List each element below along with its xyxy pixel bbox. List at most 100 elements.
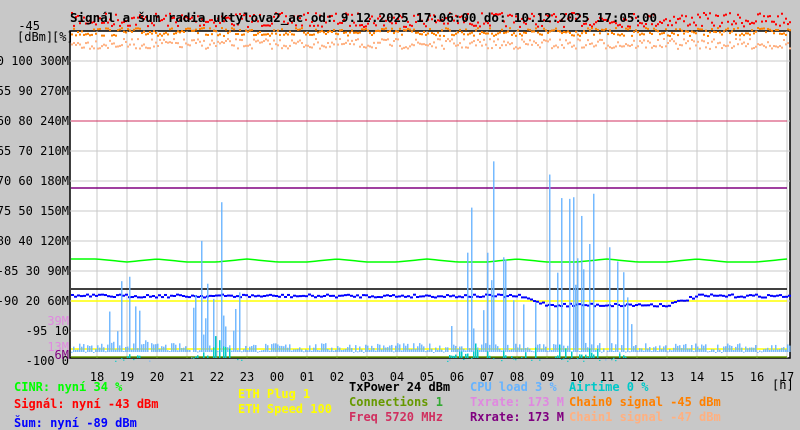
cpu-mark bbox=[739, 343, 741, 352]
chain1-mark bbox=[703, 40, 705, 43]
cpu-mark bbox=[669, 349, 671, 352]
cpu-mark bbox=[87, 345, 89, 352]
airtime-mark bbox=[115, 360, 117, 362]
cpu-mark bbox=[673, 347, 675, 352]
noise-mark bbox=[359, 296, 362, 299]
cpu-mark bbox=[711, 349, 713, 352]
chain1-mark bbox=[75, 43, 77, 46]
noise-mark bbox=[746, 294, 749, 297]
noise-mark bbox=[776, 294, 779, 297]
chain1-mark bbox=[443, 47, 445, 50]
chain0-mark bbox=[347, 34, 349, 37]
noise-mark bbox=[161, 296, 164, 299]
noise-mark bbox=[452, 294, 455, 297]
noise-mark bbox=[428, 294, 431, 297]
noise-mark bbox=[374, 296, 377, 299]
airtime-mark bbox=[229, 348, 231, 358]
chain1-mark bbox=[651, 46, 653, 49]
cpu-mark bbox=[721, 351, 723, 353]
chain1-mark bbox=[207, 46, 209, 49]
cpu-mark bbox=[769, 349, 771, 352]
signal-mark bbox=[715, 14, 717, 17]
noise-mark bbox=[347, 293, 350, 296]
airtime-mark bbox=[571, 351, 573, 358]
cpu-mark bbox=[679, 345, 681, 352]
noise-mark bbox=[749, 294, 752, 297]
chain1-mark bbox=[289, 44, 291, 47]
cpu-mark bbox=[591, 344, 593, 352]
noise-mark bbox=[149, 295, 152, 298]
noise-mark bbox=[653, 305, 656, 308]
cpu-mark bbox=[747, 348, 749, 352]
cpu-mark bbox=[431, 348, 433, 352]
chain1-mark bbox=[241, 39, 243, 42]
signal-mark bbox=[309, 24, 311, 27]
chain1-mark bbox=[505, 44, 507, 47]
chain0-mark bbox=[571, 34, 573, 37]
y-tick-label: -75 50 150M bbox=[0, 204, 69, 218]
cpu-mark bbox=[85, 351, 87, 353]
chain1-mark bbox=[147, 47, 149, 50]
chain0-mark bbox=[273, 29, 275, 32]
noise-mark bbox=[650, 303, 653, 306]
chain0-mark bbox=[147, 32, 149, 35]
chain1-mark bbox=[385, 38, 387, 41]
noise-mark bbox=[74, 295, 77, 298]
signal-mark bbox=[177, 24, 179, 27]
chain0-mark bbox=[469, 32, 471, 35]
noise-mark bbox=[344, 294, 347, 297]
chain1-mark bbox=[659, 44, 661, 47]
cpu-mark bbox=[315, 344, 317, 352]
cpu-mark bbox=[507, 344, 509, 352]
chain0-mark bbox=[323, 31, 325, 34]
chain0-mark bbox=[213, 29, 215, 32]
signal-mark bbox=[247, 25, 249, 28]
chain0-mark bbox=[429, 27, 431, 30]
signal-mark bbox=[723, 14, 725, 17]
chain1-mark bbox=[765, 46, 767, 49]
chain1-mark bbox=[151, 38, 153, 41]
cpu-mark bbox=[165, 344, 167, 352]
chain0-mark bbox=[625, 27, 627, 30]
chain1-mark bbox=[747, 42, 749, 45]
chain0-mark bbox=[487, 32, 489, 35]
chain0-mark bbox=[461, 31, 463, 34]
chain0-mark bbox=[87, 32, 89, 35]
airtime-mark bbox=[555, 356, 557, 358]
cpu-mark bbox=[291, 350, 293, 352]
cpu-mark bbox=[403, 343, 405, 352]
chain1-mark bbox=[309, 46, 311, 49]
chain0-mark bbox=[779, 32, 781, 35]
chain1-mark bbox=[221, 41, 223, 44]
cpu-mark bbox=[635, 345, 637, 352]
signal-mark bbox=[753, 22, 755, 25]
airtime-mark bbox=[195, 356, 197, 358]
cpu-mark bbox=[777, 349, 779, 352]
cpu-mark bbox=[463, 348, 465, 352]
cpu-mark bbox=[643, 350, 645, 352]
noise-mark bbox=[773, 295, 776, 298]
cpu-mark bbox=[77, 349, 79, 352]
signal-mark bbox=[677, 18, 679, 21]
chain1-mark bbox=[773, 45, 775, 48]
chain1-mark bbox=[533, 40, 535, 43]
cpu-mark bbox=[387, 347, 389, 352]
chain1-mark bbox=[699, 47, 701, 50]
cpu-mark bbox=[557, 272, 559, 352]
chain0-mark bbox=[251, 29, 253, 32]
signal-mark bbox=[777, 15, 779, 18]
cpu-mark bbox=[293, 349, 295, 352]
signal-mark bbox=[127, 24, 129, 27]
chain0-mark bbox=[523, 31, 525, 34]
chain1-mark bbox=[525, 43, 527, 46]
cpu-mark bbox=[289, 344, 291, 352]
chain0-mark bbox=[421, 33, 423, 36]
chain1-mark bbox=[203, 39, 205, 42]
chain0-mark bbox=[237, 33, 239, 36]
noise-mark bbox=[596, 303, 599, 306]
noise-mark bbox=[683, 299, 686, 302]
chain0-mark bbox=[367, 29, 369, 32]
noise-mark bbox=[419, 295, 422, 298]
chain1-mark bbox=[595, 44, 597, 47]
chain0-mark bbox=[525, 31, 527, 34]
